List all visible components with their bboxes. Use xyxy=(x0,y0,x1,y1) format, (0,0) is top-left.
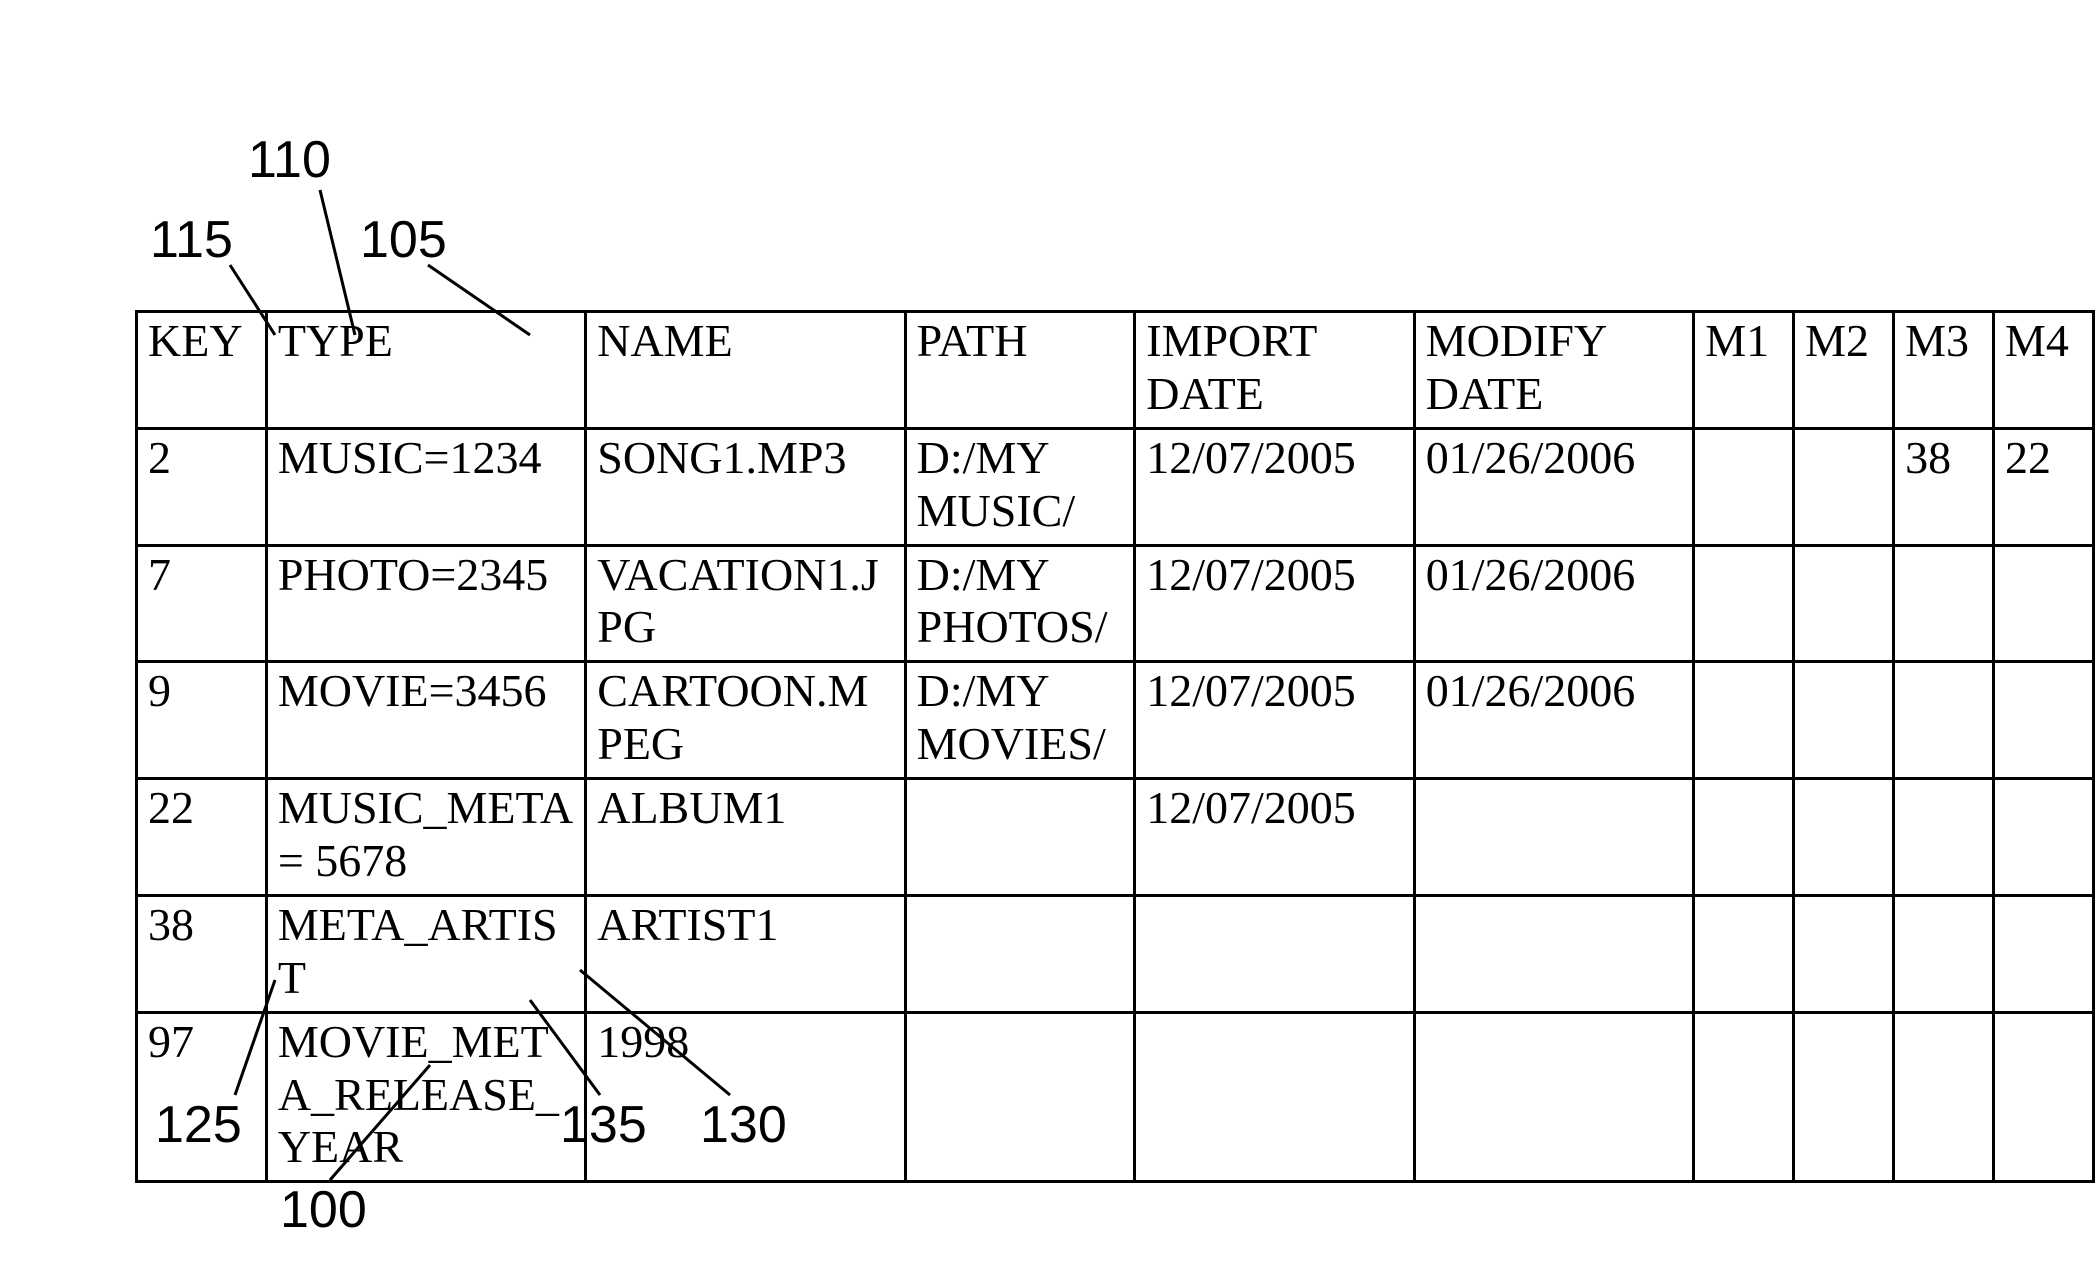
callout-100: 100 xyxy=(280,1180,367,1240)
cell-m4 xyxy=(1993,662,2093,779)
cell-modify-date xyxy=(1414,1012,1694,1182)
table-row: 9 MOVIE=3456 CARTOON.MPEG D:/MY MOVIES/ … xyxy=(137,662,2094,779)
col-name: NAME xyxy=(586,312,905,429)
table-header-row: KEY TYPE NAME PATH IMPORT DATE MODIFY DA… xyxy=(137,312,2094,429)
cell-key: 9 xyxy=(137,662,267,779)
cell-name: SONG1.MP3 xyxy=(586,428,905,545)
cell-name: VACATION1.JPG xyxy=(586,545,905,662)
cell-m3 xyxy=(1894,895,1994,1012)
table-row: 97 MOVIE_META_RELEASE_YEAR 1998 xyxy=(137,1012,2094,1182)
cell-m2 xyxy=(1794,545,1894,662)
cell-import-date: 12/07/2005 xyxy=(1135,779,1415,896)
callout-110: 110 xyxy=(248,130,331,190)
cell-name: CARTOON.MPEG xyxy=(586,662,905,779)
cell-m1 xyxy=(1694,895,1794,1012)
cell-type: MUSIC_META = 5678 xyxy=(266,779,585,896)
cell-import-date: 12/07/2005 xyxy=(1135,428,1415,545)
cell-m2 xyxy=(1794,779,1894,896)
cell-type: MUSIC=1234 xyxy=(266,428,585,545)
cell-modify-date: 01/26/2006 xyxy=(1414,545,1694,662)
table-row: 38 META_ARTIST ARTIST1 xyxy=(137,895,2094,1012)
col-m2: M2 xyxy=(1794,312,1894,429)
cell-m3 xyxy=(1894,1012,1994,1182)
col-m3: M3 xyxy=(1894,312,1994,429)
cell-m1 xyxy=(1694,779,1794,896)
cell-import-date: 12/07/2005 xyxy=(1135,545,1415,662)
cell-modify-date xyxy=(1414,779,1694,896)
cell-type: META_ARTIST xyxy=(266,895,585,1012)
cell-key: 7 xyxy=(137,545,267,662)
cell-m4 xyxy=(1993,779,2093,896)
figure-canvas: 110 115 105 125 100 135 130 xyxy=(0,0,2095,1266)
cell-m3 xyxy=(1894,662,1994,779)
cell-m3 xyxy=(1894,545,1994,662)
cell-m2 xyxy=(1794,895,1894,1012)
cell-m1 xyxy=(1694,428,1794,545)
table-row: 22 MUSIC_META = 5678 ALBUM1 12/07/2005 xyxy=(137,779,2094,896)
cell-name: ARTIST1 xyxy=(586,895,905,1012)
cell-m1 xyxy=(1694,1012,1794,1182)
table-row: 2 MUSIC=1234 SONG1.MP3 D:/MY MUSIC/ 12/0… xyxy=(137,428,2094,545)
cell-import-date xyxy=(1135,895,1415,1012)
cell-import-date xyxy=(1135,1012,1415,1182)
cell-path: D:/MY MOVIES/ xyxy=(905,662,1135,779)
cell-path xyxy=(905,1012,1135,1182)
cell-import-date: 12/07/2005 xyxy=(1135,662,1415,779)
data-table: KEY TYPE NAME PATH IMPORT DATE MODIFY DA… xyxy=(135,310,2095,1183)
cell-m3 xyxy=(1894,779,1994,896)
callout-105: 105 xyxy=(360,210,447,270)
table-body: 2 MUSIC=1234 SONG1.MP3 D:/MY MUSIC/ 12/0… xyxy=(137,428,2094,1182)
cell-m4: 22 xyxy=(1993,428,2093,545)
col-m4: M4 xyxy=(1993,312,2093,429)
cell-type: PHOTO=2345 xyxy=(266,545,585,662)
col-m1: M1 xyxy=(1694,312,1794,429)
cell-modify-date: 01/26/2006 xyxy=(1414,428,1694,545)
col-modify-date: MODIFY DATE xyxy=(1414,312,1694,429)
cell-key: 22 xyxy=(137,779,267,896)
cell-path: D:/MY MUSIC/ xyxy=(905,428,1135,545)
cell-m1 xyxy=(1694,545,1794,662)
cell-name: 1998 xyxy=(586,1012,905,1182)
cell-type: MOVIE_META_RELEASE_YEAR xyxy=(266,1012,585,1182)
cell-m4 xyxy=(1993,1012,2093,1182)
cell-modify-date xyxy=(1414,895,1694,1012)
cell-type: MOVIE=3456 xyxy=(266,662,585,779)
callout-115: 115 xyxy=(150,210,233,270)
col-import-date: IMPORT DATE xyxy=(1135,312,1415,429)
cell-path xyxy=(905,895,1135,1012)
cell-path xyxy=(905,779,1135,896)
col-type: TYPE xyxy=(266,312,585,429)
cell-key: 2 xyxy=(137,428,267,545)
col-key: KEY xyxy=(137,312,267,429)
cell-m2 xyxy=(1794,428,1894,545)
cell-m2 xyxy=(1794,662,1894,779)
cell-path: D:/MY PHOTOS/ xyxy=(905,545,1135,662)
cell-m1 xyxy=(1694,662,1794,779)
cell-m3: 38 xyxy=(1894,428,1994,545)
col-path: PATH xyxy=(905,312,1135,429)
cell-m4 xyxy=(1993,545,2093,662)
cell-m4 xyxy=(1993,895,2093,1012)
cell-name: ALBUM1 xyxy=(586,779,905,896)
table-row: 7 PHOTO=2345 VACATION1.JPG D:/MY PHOTOS/… xyxy=(137,545,2094,662)
cell-modify-date: 01/26/2006 xyxy=(1414,662,1694,779)
cell-key: 38 xyxy=(137,895,267,1012)
cell-m2 xyxy=(1794,1012,1894,1182)
cell-key: 97 xyxy=(137,1012,267,1182)
